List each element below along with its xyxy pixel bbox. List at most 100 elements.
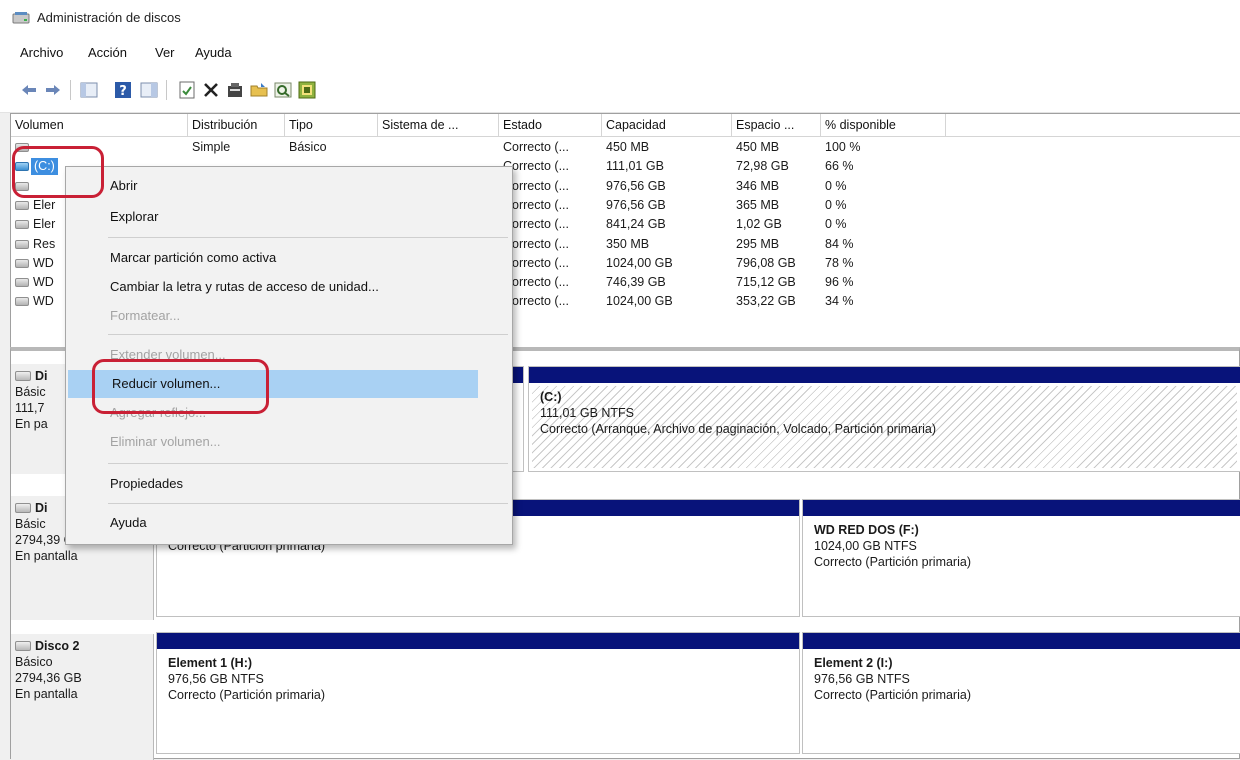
help-icon[interactable]: ? bbox=[112, 79, 134, 101]
forward-arrow-icon[interactable] bbox=[42, 79, 64, 101]
window-title: Administración de discos bbox=[37, 10, 181, 25]
disk-1-status: En pantalla bbox=[15, 549, 78, 563]
settings-icon[interactable] bbox=[296, 79, 318, 101]
cell-capacity: 976,56 GB bbox=[606, 178, 666, 193]
cell-free: 1,02 GB bbox=[736, 217, 782, 232]
console-tree-icon[interactable] bbox=[78, 79, 100, 101]
search-icon[interactable] bbox=[272, 79, 294, 101]
cell-status: Correcto (... bbox=[503, 217, 569, 232]
cell-pct: 0 % bbox=[825, 217, 847, 232]
partition-h-size: 976,56 GB NTFS bbox=[168, 672, 264, 686]
partition-i-size: 976,56 GB NTFS bbox=[814, 672, 910, 686]
menu-item-reducir[interactable]: Reducir volumen... bbox=[68, 370, 478, 398]
table-row[interactable]: Simple Básico Correcto (... 450 MB 450 MB 100… bbox=[11, 138, 1240, 157]
cell-volume bbox=[11, 138, 192, 157]
partition-i-name: Element 2 (I:) bbox=[814, 656, 893, 670]
volume-icon bbox=[15, 200, 29, 210]
cell-capacity: 1024,00 GB bbox=[606, 294, 673, 309]
col-sistema[interactable]: Sistema de ... bbox=[378, 114, 499, 136]
disk-2-status: En pantalla bbox=[15, 687, 78, 701]
disk-1-partition-f[interactable]: WD RED DOS (F:) 1024,00 GB NTFS Correcto… bbox=[802, 499, 1240, 617]
cell-pct: 34 % bbox=[825, 294, 854, 309]
menu-ver[interactable]: Ver bbox=[155, 45, 175, 60]
disk-2-name: Disco 2 bbox=[15, 638, 153, 654]
menu-bar: Archivo Acción Ver Ayuda bbox=[0, 38, 1240, 70]
cell-free: 365 MB bbox=[736, 197, 780, 212]
volume-icon bbox=[15, 297, 29, 307]
partition-f-name: WD RED DOS (F:) bbox=[814, 523, 919, 537]
cell-status: Correcto (... bbox=[503, 140, 569, 154]
refresh-icon[interactable] bbox=[176, 79, 198, 101]
menu-accion[interactable]: Acción bbox=[88, 45, 127, 60]
cell-free: 715,12 GB bbox=[736, 275, 796, 290]
cell-capacity: 841,24 GB bbox=[606, 217, 666, 232]
properties-icon[interactable] bbox=[224, 79, 246, 101]
disk-2-partition-h[interactable]: Element 1 (H:) 976,56 GB NTFS Correcto (… bbox=[156, 632, 800, 754]
cell-capacity: 746,39 GB bbox=[606, 275, 666, 290]
volume-name: Res bbox=[33, 236, 56, 251]
cell-free: 346 MB bbox=[736, 178, 780, 193]
volume-icon bbox=[15, 220, 29, 230]
menu-item-extender[interactable]: Extender volumen... bbox=[66, 341, 512, 369]
menu-item-ayuda[interactable]: Ayuda bbox=[66, 509, 512, 537]
cell-status: Correcto (... bbox=[503, 197, 569, 212]
cell-free: 72,98 GB bbox=[736, 159, 789, 174]
menu-item-formatear[interactable]: Formatear... bbox=[66, 302, 512, 330]
volume-name: Eler bbox=[33, 217, 56, 232]
col-tipo[interactable]: Tipo bbox=[285, 114, 378, 136]
back-arrow-icon[interactable] bbox=[18, 79, 40, 101]
disk-0-partition-c[interactable]: (C:) 111,01 GB NTFS Correcto (Arranque, … bbox=[528, 366, 1240, 472]
cell-status: Correcto (... bbox=[503, 255, 569, 270]
cell-type: Básico bbox=[289, 140, 327, 154]
properties-pane-icon[interactable] bbox=[138, 79, 160, 101]
col-distribucion[interactable]: Distribución bbox=[188, 114, 285, 136]
partition-c-status: Correcto (Arranque, Archivo de paginació… bbox=[540, 422, 937, 436]
volume-name: (C:) bbox=[31, 158, 58, 176]
menu-ayuda[interactable]: Ayuda bbox=[195, 45, 232, 60]
menu-archivo[interactable]: Archivo bbox=[20, 45, 63, 60]
cell-status: Correcto (... bbox=[503, 294, 569, 309]
volume-icon bbox=[15, 143, 29, 152]
col-volumen[interactable]: Volumen bbox=[11, 114, 188, 136]
cell-pct: 84 % bbox=[825, 236, 854, 251]
partition-c-name: (C:) bbox=[540, 390, 562, 404]
cell-capacity: 1024,00 GB bbox=[606, 255, 673, 270]
volume-list-header: Volumen Distribución Tipo Sistema de ...… bbox=[11, 114, 1240, 137]
col-estado[interactable]: Estado bbox=[499, 114, 602, 136]
toolbar: ? bbox=[0, 70, 1240, 113]
menu-item-marcar-activa[interactable]: Marcar partición como activa bbox=[66, 244, 512, 272]
menu-item-cambiar-letra[interactable]: Cambiar la letra y rutas de acceso de un… bbox=[66, 273, 512, 301]
col-disponible[interactable]: % disponible bbox=[821, 114, 946, 136]
disk-2-size: 2794,36 GB bbox=[15, 671, 82, 685]
cell-pct: 66 % bbox=[825, 159, 854, 174]
partition-f-status: Correcto (Partición primaria) bbox=[814, 555, 971, 569]
volume-name: Eler bbox=[33, 197, 56, 212]
menu-item-eliminar[interactable]: Eliminar volumen... bbox=[66, 428, 512, 456]
cell-status: Correcto (... bbox=[503, 236, 569, 251]
volume-icon bbox=[15, 162, 29, 172]
title-bar: Administración de discos bbox=[0, 0, 1240, 38]
partition-h-name: Element 1 (H:) bbox=[168, 656, 253, 670]
cell-pct: 0 % bbox=[825, 197, 847, 212]
partition-f-size: 1024,00 GB NTFS bbox=[814, 539, 917, 553]
cell-pct: 100 % bbox=[825, 140, 861, 154]
menu-item-abrir[interactable]: Abrir bbox=[66, 172, 512, 200]
col-capacidad[interactable]: Capacidad bbox=[602, 114, 732, 136]
menu-item-propiedades[interactable]: Propiedades bbox=[66, 470, 512, 498]
partition-h-status: Correcto (Partición primaria) bbox=[168, 688, 325, 702]
partition-i-status: Correcto (Partición primaria) bbox=[814, 688, 971, 702]
menu-item-explorar[interactable]: Explorar bbox=[66, 203, 512, 231]
cell-status: Correcto (... bbox=[503, 275, 569, 290]
cell-fs bbox=[378, 138, 503, 157]
cell-free: 796,08 GB bbox=[736, 255, 796, 270]
open-icon[interactable] bbox=[248, 79, 270, 101]
disk-management-icon bbox=[12, 12, 30, 24]
col-espacio[interactable]: Espacio ... bbox=[732, 114, 821, 136]
delete-icon[interactable] bbox=[200, 79, 222, 101]
disk-2-partition-i[interactable]: Element 2 (I:) 976,56 GB NTFS Correcto (… bbox=[802, 632, 1240, 754]
cell-free: 450 MB bbox=[736, 140, 780, 154]
disk-2-label[interactable]: Disco 2 Básico 2794,36 GB En pantalla bbox=[11, 634, 154, 760]
cell-pct: 78 % bbox=[825, 255, 854, 270]
menu-item-agregar-reflejo[interactable]: Agregar reflejo... bbox=[66, 399, 512, 427]
volume-icon bbox=[15, 239, 29, 249]
